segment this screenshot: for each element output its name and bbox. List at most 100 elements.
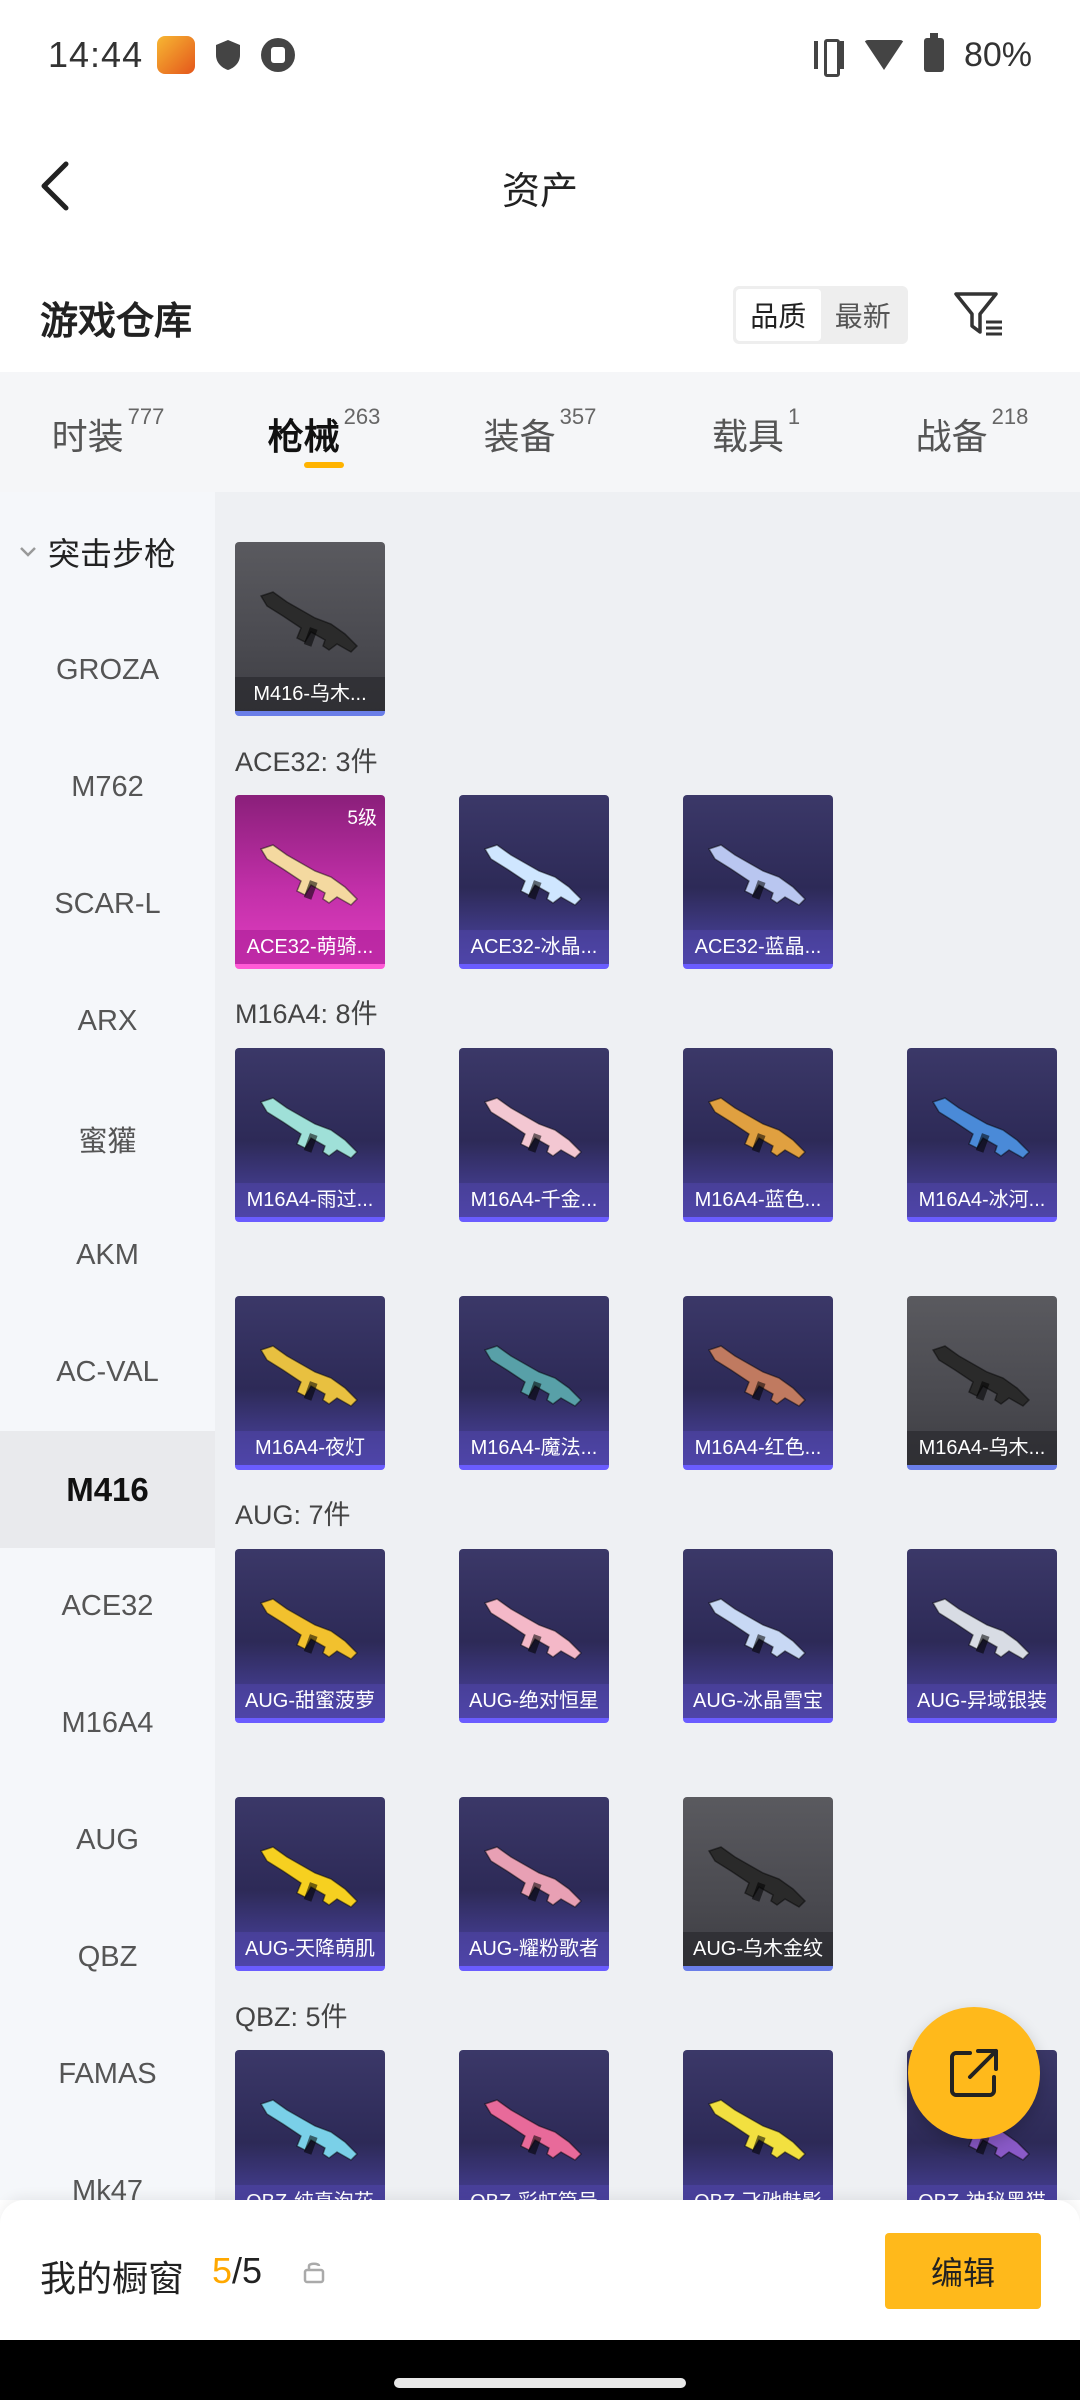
weapon-card[interactable]: M16A4-雨过... — [235, 1048, 385, 1222]
sidebar-item-arx[interactable]: ARX — [0, 963, 215, 1080]
weapon-icon — [483, 1345, 583, 1407]
weapon-card[interactable]: AUG-绝对恒星 — [459, 1549, 609, 1723]
sidebar-item-famas[interactable]: FAMAS — [0, 2016, 215, 2133]
weapon-card[interactable]: M16A4-蓝色... — [683, 1048, 833, 1222]
status-time: 14:44 — [48, 34, 144, 75]
sidebar-item-honey-badger[interactable]: 蜜獾 — [0, 1080, 215, 1197]
weapon-name: QBZ-彩虹篇号 — [459, 2185, 609, 2200]
share-fab[interactable] — [908, 2007, 1040, 2139]
group-label-aug: AUG: 7件 — [235, 1500, 351, 1530]
tab-count: 777 — [127, 404, 165, 429]
weapon-card[interactable]: AUG-天降萌肌 — [235, 1797, 385, 1971]
weapon-name: AUG-耀粉歌者 — [459, 1932, 609, 1966]
weapon-card[interactable]: AUG-异域银装 — [907, 1549, 1057, 1723]
weapon-name: QBZ-神秘黑猫 — [907, 2185, 1057, 2200]
weapon-icon — [707, 1345, 807, 1407]
weapon-card[interactable]: AUG-耀粉歌者 — [459, 1797, 609, 1971]
sidebar-item-m16a4[interactable]: M16A4 — [0, 1665, 215, 1782]
status-bar: 14:44 80% — [0, 0, 1080, 110]
filter-icon[interactable] — [950, 286, 1006, 342]
tab-supplies[interactable]: 战备 218 — [864, 372, 1080, 492]
calendar-icon — [261, 38, 296, 72]
sidebar-item-m416[interactable]: M416 — [0, 1431, 215, 1548]
weapon-card[interactable]: ACE32-冰晶... — [459, 795, 609, 969]
weapon-icon — [707, 1598, 807, 1660]
weapon-name: M16A4-夜灯 — [235, 1431, 385, 1465]
sidebar-item-aug[interactable]: AUG — [0, 1782, 215, 1899]
sidebar-item-qbz[interactable]: QBZ — [0, 1899, 215, 2016]
weapon-icon — [707, 1846, 807, 1908]
sort-toggle: 品质 最新 — [733, 286, 908, 344]
weapon-card[interactable]: ACE32-蓝晶... — [683, 795, 833, 969]
sidebar-item-mk47[interactable]: Mk47 — [0, 2133, 215, 2200]
weapon-name: AUG-天降萌肌 — [235, 1932, 385, 1966]
sidebar-item-ac-val[interactable]: AC-VAL — [0, 1314, 215, 1431]
home-indicator[interactable] — [394, 2378, 686, 2388]
weapon-card[interactable]: M16A4-魔法... — [459, 1296, 609, 1470]
weapon-card[interactable]: M16A4-冰河... — [907, 1048, 1057, 1222]
weapon-name: M16A4-乌木... — [907, 1431, 1057, 1465]
weapon-card[interactable]: M16A4-夜灯 — [235, 1296, 385, 1470]
battery-level: 80% — [963, 35, 1032, 74]
sort-quality-button[interactable]: 品质 — [736, 289, 821, 341]
tab-equipment[interactable]: 装备 357 — [432, 372, 648, 492]
weapon-icon — [931, 1345, 1031, 1407]
group-label-qbz: QBZ: 5件 — [235, 2002, 348, 2032]
wifi-icon — [863, 40, 904, 70]
weapon-card[interactable]: AUG-冰晶雪宝 — [683, 1549, 833, 1723]
system-nav-bar — [0, 2340, 1080, 2400]
weapon-icon — [707, 1097, 807, 1159]
tab-count: 1 — [787, 404, 801, 429]
weapon-name: AUG-甜蜜菠萝 — [235, 1684, 385, 1718]
app-notification-icon — [157, 36, 196, 74]
tab-label: 载具 — [711, 416, 784, 457]
tab-count: 218 — [991, 404, 1029, 429]
tab-label: 装备 — [483, 416, 556, 457]
tab-label: 战备 — [915, 416, 988, 457]
showcase-current: 5 — [212, 2250, 233, 2291]
level-badge: 5级 — [347, 808, 377, 829]
weapon-card[interactable]: 5级 ACE32-萌骑... — [235, 795, 385, 969]
lock-icon — [303, 2262, 325, 2284]
sidebar-item-ace32[interactable]: ACE32 — [0, 1548, 215, 1665]
weapon-card[interactable]: M416-乌木... — [235, 542, 385, 716]
weapon-icon — [483, 844, 583, 906]
weapon-name: ACE32-冰晶... — [459, 930, 609, 964]
weapon-card[interactable]: M16A4-乌木... — [907, 1296, 1057, 1470]
edit-button[interactable]: 编辑 — [885, 2233, 1041, 2309]
sidebar-category-header[interactable]: 突击步枪 — [0, 492, 215, 612]
sort-latest-button[interactable]: 最新 — [821, 289, 906, 341]
weapon-card[interactable]: AUG-甜蜜菠萝 — [235, 1549, 385, 1723]
weapon-card[interactable]: QBZ-纯真泡花 — [235, 2050, 385, 2200]
chevron-down-icon — [20, 547, 36, 557]
weapon-icon — [259, 1097, 359, 1159]
group-label-ace32: ACE32: 3件 — [235, 747, 378, 777]
showcase-total: /5 — [232, 2250, 263, 2291]
weapon-name: M16A4-魔法... — [459, 1431, 609, 1465]
sidebar-item-m762[interactable]: M762 — [0, 729, 215, 846]
vibrate-icon — [813, 39, 844, 77]
tab-fashion[interactable]: 时装 777 — [0, 372, 216, 492]
weapon-name: M16A4-千金... — [459, 1183, 609, 1217]
sidebar-item-groza[interactable]: GROZA — [0, 612, 215, 729]
weapon-name: M16A4-冰河... — [907, 1183, 1057, 1217]
weapon-card[interactable]: M16A4-红色... — [683, 1296, 833, 1470]
sidebar-item-akm[interactable]: AKM — [0, 1197, 215, 1314]
weapon-icon — [259, 1846, 359, 1908]
weapon-name: M16A4-红色... — [683, 1431, 833, 1465]
weapon-icon — [259, 1345, 359, 1407]
weapon-card[interactable]: QBZ-飞驰魅影 — [683, 2050, 833, 2200]
weapon-card[interactable]: AUG-乌木金纹 — [683, 1797, 833, 1971]
weapon-name: ACE32-蓝晶... — [683, 930, 833, 964]
weapon-icon — [931, 1598, 1031, 1660]
weapon-card[interactable]: QBZ-彩虹篇号 — [459, 2050, 609, 2200]
weapon-card[interactable]: M16A4-千金... — [459, 1048, 609, 1222]
tab-count: 357 — [559, 404, 597, 429]
weapon-icon — [931, 1097, 1031, 1159]
tab-firearms[interactable]: 枪械 263 — [216, 372, 432, 492]
tab-vehicles[interactable]: 载具 1 — [648, 372, 864, 492]
weapon-name: AUG-绝对恒星 — [459, 1684, 609, 1718]
shield-icon — [216, 40, 241, 70]
sidebar-item-scar-l[interactable]: SCAR-L — [0, 846, 215, 963]
weapon-name: QBZ-飞驰魅影 — [683, 2185, 833, 2200]
